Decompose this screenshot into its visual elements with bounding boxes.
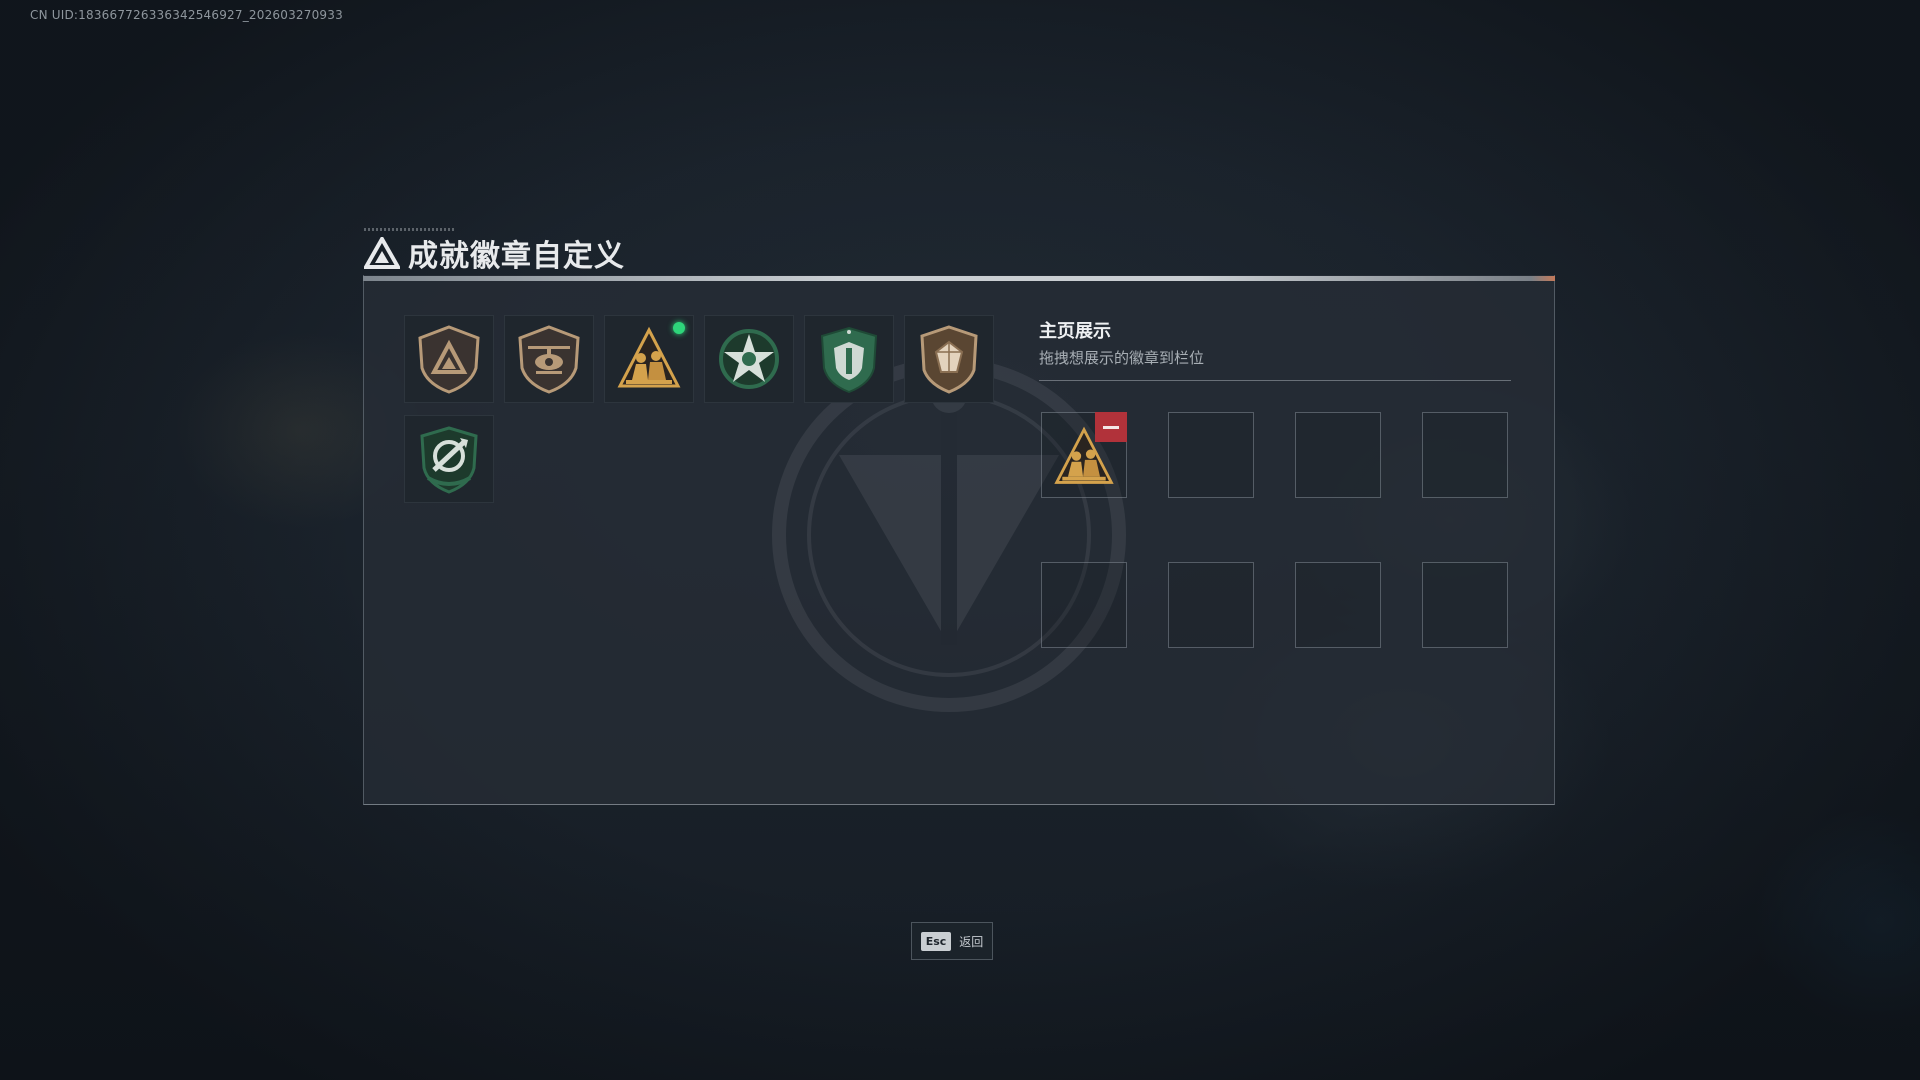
showcase-slot-6[interactable] (1168, 562, 1254, 648)
showcase-slots (1041, 412, 1508, 648)
new-indicator-dot (673, 322, 685, 334)
page-title: 成就徽章自定义 (408, 239, 625, 274)
showcase-slot-1[interactable] (1041, 412, 1127, 498)
squad-triangle-badge-icon (617, 326, 681, 388)
panel-top-bar (363, 276, 1555, 281)
back-label: 返回 (959, 934, 984, 949)
green-arrows-badge-icon (420, 426, 478, 494)
showcase-slot-3[interactable] (1295, 412, 1381, 498)
minus-icon (1103, 425, 1119, 429)
badge-slot-squad-triangle[interactable] (604, 315, 694, 403)
badge-slot-green-arrows[interactable] (404, 415, 494, 503)
uid-label: CN UID:183667726336342546927_20260327093… (30, 8, 343, 22)
showcase-slot-2[interactable] (1168, 412, 1254, 498)
badge-slot-gem-shield[interactable] (904, 315, 994, 403)
showcase-slot-5[interactable] (1041, 562, 1127, 648)
back-button[interactable]: Esc 返回 (911, 922, 993, 960)
showcase-slot-7[interactable] (1295, 562, 1381, 648)
badge-slot-delta-shield[interactable] (404, 315, 494, 403)
delta-logo-icon (364, 237, 400, 269)
badge-inventory (404, 315, 1004, 503)
helicopter-badge-icon (518, 325, 580, 394)
badge-slot-green-star[interactable] (704, 315, 794, 403)
showcase-title: 主页展示 (1039, 321, 1111, 342)
page-header: 成就徽章自定义 (364, 228, 625, 276)
homepage-showcase: 主页展示 拖拽想展示的徽章到栏位 (1039, 317, 1511, 648)
showcase-divider (1039, 380, 1511, 381)
remove-badge-button[interactable] (1095, 412, 1127, 442)
showcase-subtitle: 拖拽想展示的徽章到栏位 (1039, 349, 1205, 367)
title-decoration (364, 228, 454, 231)
esc-key-hint: Esc (920, 931, 952, 951)
delta-shield-badge-icon (418, 325, 480, 394)
badge-slot-green-shield[interactable] (804, 315, 894, 403)
green-star-badge-icon (719, 329, 779, 389)
green-shield-badge-icon (820, 326, 878, 394)
badge-slot-helicopter[interactable] (504, 315, 594, 403)
gem-shield-badge-icon (920, 325, 978, 394)
badge-panel: 主页展示 拖拽想展示的徽章到栏位 (363, 275, 1555, 805)
showcase-slot-4[interactable] (1422, 412, 1508, 498)
showcase-slot-8[interactable] (1422, 562, 1508, 648)
